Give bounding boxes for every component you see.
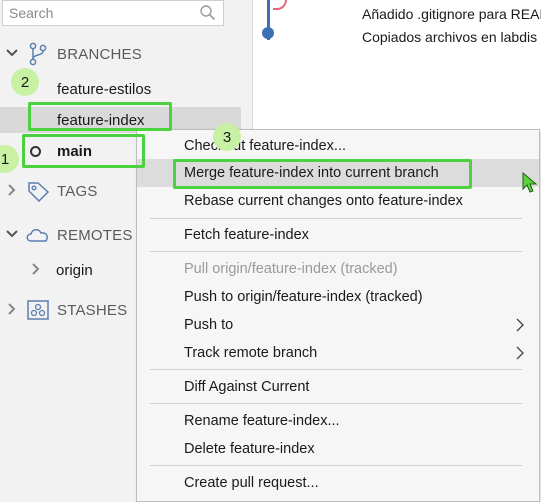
search-placeholder: Search [9,5,54,21]
menu-item-checkout[interactable]: Checkout feature-index... [137,132,539,160]
menu-item-label: Fetch feature-index [184,227,309,243]
stashes-label: STASHES [57,301,128,319]
chevron-down-icon[interactable] [1,48,23,61]
highlight-merge-item [173,159,472,189]
menu-item-pull: Pull origin/feature-index (tracked) [137,255,539,283]
chevron-right-icon [516,318,524,332]
menu-separator [150,369,522,370]
menu-item-label: Pull origin/feature-index (tracked) [184,261,398,277]
commit-message[interactable]: Copiados archivos en labdis [362,29,541,45]
menu-item-label: Checkout feature-index... [184,138,347,154]
menu-item-label: Delete feature-index [184,441,315,457]
mouse-cursor-icon [522,172,538,193]
tag-icon [23,179,53,203]
menu-separator [150,218,522,219]
menu-item-push-to[interactable]: Push to [137,311,539,339]
search-input[interactable]: Search [2,0,224,26]
menu-item-track-remote[interactable]: Track remote branch [137,339,539,367]
step-3-badge: 3 [213,123,241,151]
menu-item-label: Push to [184,317,234,333]
chevron-down-icon[interactable] [1,229,23,242]
tags-label: TAGS [57,182,98,200]
highlight-main [22,134,145,168]
menu-separator [150,403,522,404]
menu-item-diff[interactable]: Diff Against Current [137,373,539,401]
chevron-right-icon[interactable] [1,183,23,199]
search-icon[interactable] [199,4,217,22]
menu-item-label: Push to origin/feature-index (tracked) [184,289,423,305]
menu-separator [150,251,522,252]
menu-separator [150,465,522,466]
chevron-right-icon[interactable] [31,262,43,279]
menu-item-delete[interactable]: Delete feature-index [137,435,539,463]
remote-label: origin [56,261,93,279]
step-2-badge: 2 [11,68,39,96]
branches-label: BRANCHES [57,45,142,63]
menu-item-fetch[interactable]: Fetch feature-index [137,221,539,249]
remotes-label: REMOTES [57,226,133,244]
commit-graph-node[interactable] [262,27,274,39]
chevron-right-icon [516,346,524,360]
branch-icon [23,42,53,66]
menu-item-push-origin[interactable]: Push to origin/feature-index (tracked) [137,283,539,311]
commit-graph-branch-line [273,0,287,10]
menu-item-rebase[interactable]: Rebase current changes onto feature-inde… [137,187,539,215]
menu-item-label: Rename feature-index... [184,413,340,429]
branch-label: feature-estilos [57,80,152,98]
chevron-right-icon[interactable] [1,302,23,318]
menu-item-label: Track remote branch [184,345,318,361]
cloud-icon [23,223,53,247]
menu-item-label: Diff Against Current [184,379,310,395]
commit-message[interactable]: Añadido .gitignore para README [362,6,541,22]
stash-icon [23,298,53,322]
branches-section-header[interactable]: BRANCHES [0,41,253,67]
menu-item-label: Rebase current changes onto feature-inde… [184,193,463,209]
menu-item-label: Create pull request... [184,475,319,491]
menu-item-create-pr[interactable]: Create pull request... [137,469,539,497]
highlight-feature-index [28,102,172,131]
menu-item-rename[interactable]: Rename feature-index... [137,407,539,435]
